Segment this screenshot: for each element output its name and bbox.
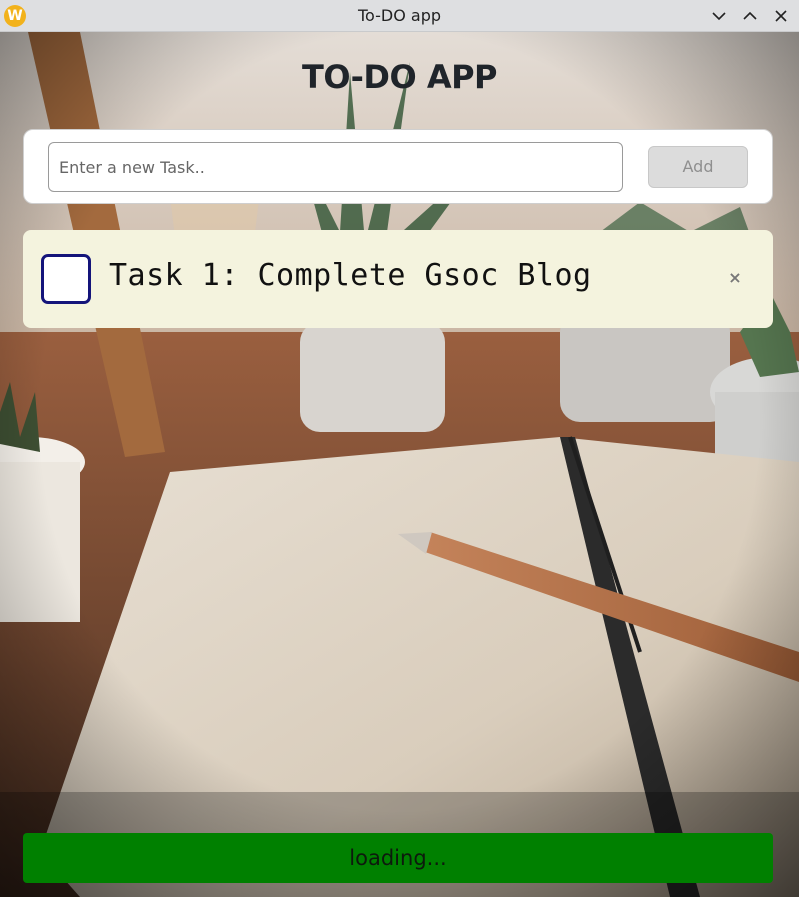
add-task-button[interactable]: Add: [648, 146, 748, 188]
new-task-input[interactable]: [48, 142, 623, 192]
loading-bar: loading...: [23, 833, 773, 883]
task-item: Task 1: Complete Gsoc Blog ×: [23, 230, 773, 328]
task-text: Task 1: Complete Gsoc Blog: [109, 258, 592, 293]
new-task-form: Add: [23, 129, 773, 204]
app-heading: TO-DO APP: [302, 58, 497, 96]
window-title: To-DO app: [357, 6, 442, 25]
task-checkbox[interactable]: [41, 254, 91, 304]
title-bar[interactable]: W To-DO app: [0, 0, 799, 32]
delete-task-icon[interactable]: ×: [723, 266, 747, 290]
minimize-icon[interactable]: [707, 4, 731, 28]
loading-status-text: loading...: [349, 846, 447, 870]
app-window: W To-DO app TO-DO APP Enter a new Task..…: [0, 0, 799, 897]
close-icon[interactable]: [769, 4, 793, 28]
maximize-icon[interactable]: [738, 4, 762, 28]
